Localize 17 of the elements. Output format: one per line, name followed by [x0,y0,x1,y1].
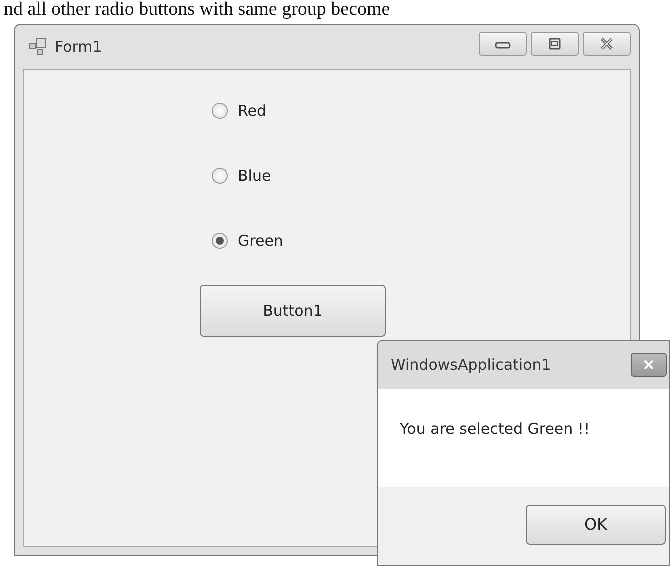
ok-button[interactable]: OK [526,505,666,545]
dialog-title: WindowsApplication1 [391,354,552,376]
radio-label: Blue [238,166,272,187]
dialog-message: You are selected Green !! [400,420,590,438]
button1[interactable]: Button1 [200,285,386,337]
minimize-button[interactable] [479,32,527,56]
body-text: nd all other radio buttons with same group become [4,0,390,21]
radio-label: Green [238,230,284,252]
radio-button[interactable] [212,168,228,184]
close-button[interactable] [583,32,631,56]
maximize-button[interactable] [531,32,579,56]
radio-button[interactable] [212,233,228,249]
radio-label: Red [238,100,266,122]
close-icon [598,37,616,51]
radio-button[interactable] [212,103,228,119]
window-title: Form1 [55,36,102,58]
form-icon [29,38,47,56]
